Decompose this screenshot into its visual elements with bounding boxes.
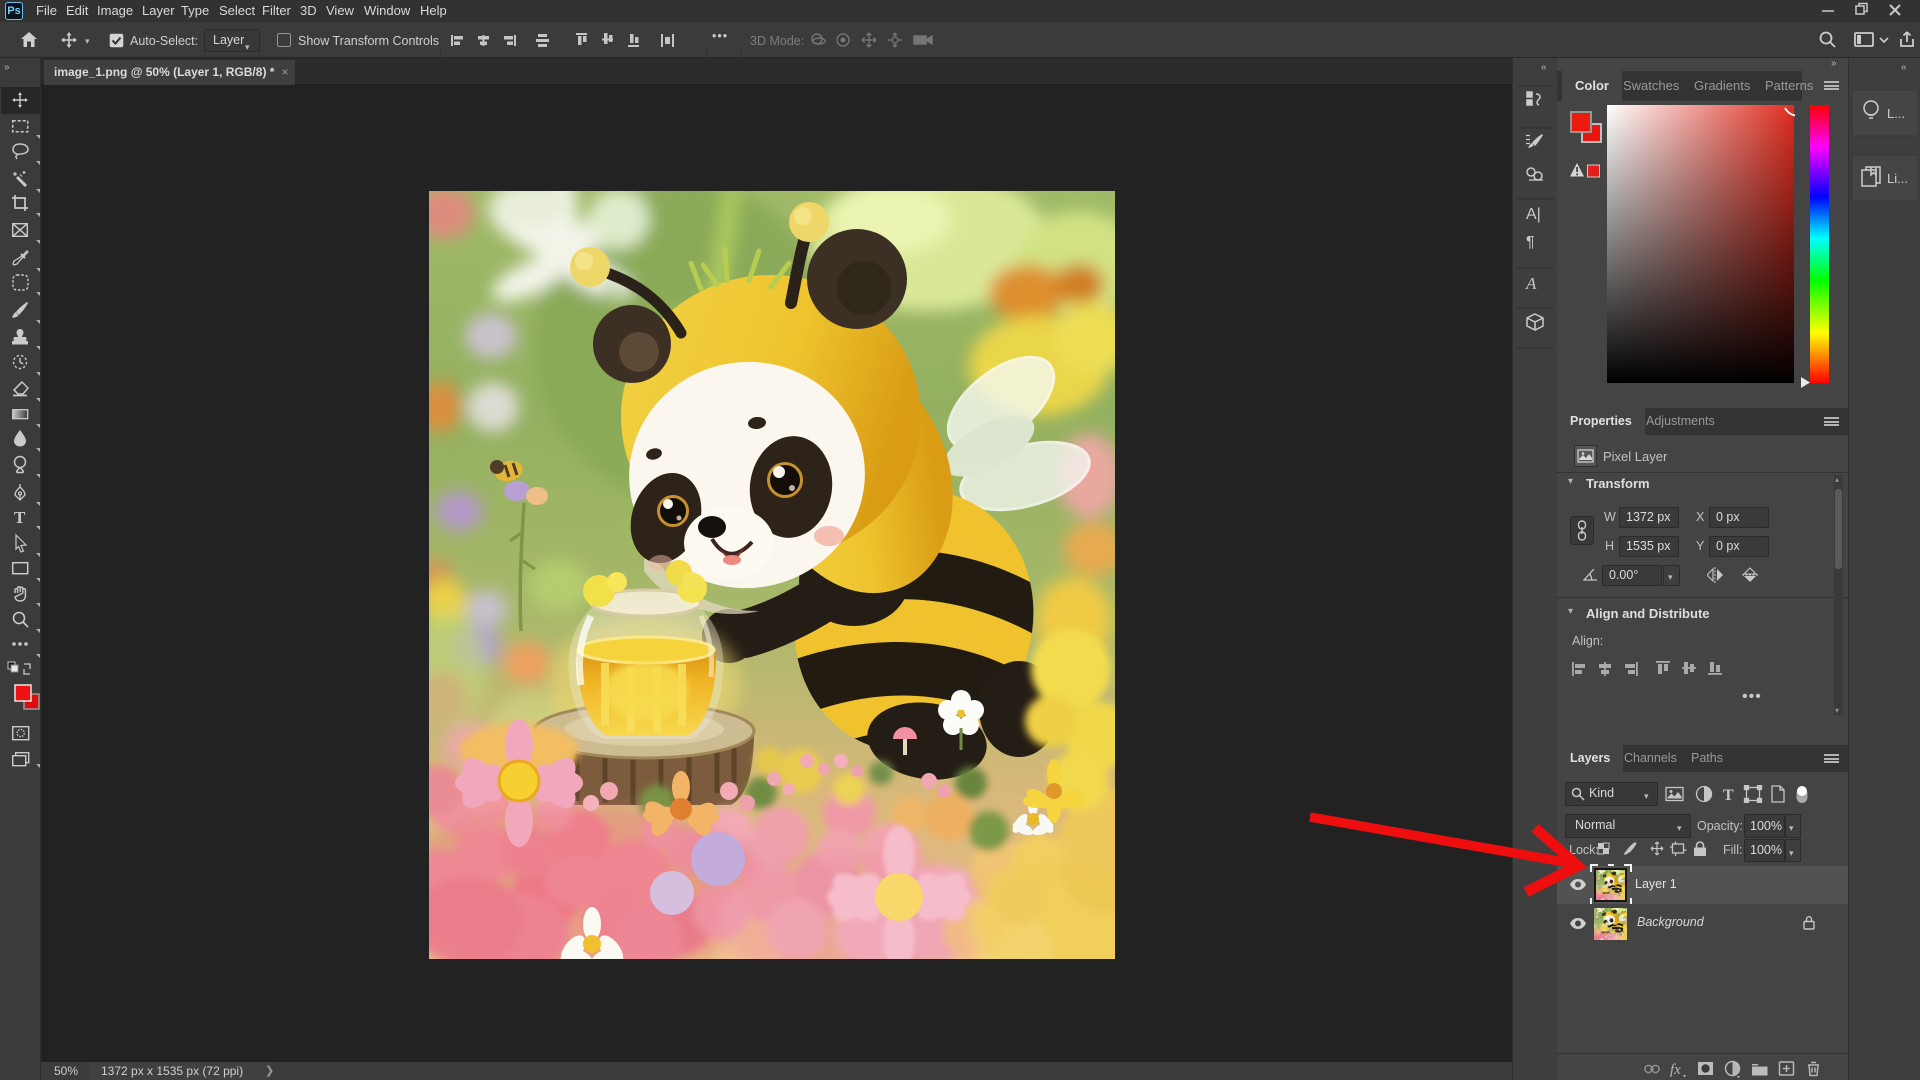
svg-text:fx: fx [1670, 1062, 1681, 1078]
svg-text:A: A [1525, 274, 1537, 293]
svg-text:L...: L... [1887, 106, 1905, 121]
svg-text:A|: A| [1526, 206, 1541, 223]
svg-text:Li...: Li... [1887, 171, 1908, 186]
svg-text:T: T [1723, 787, 1734, 803]
svg-text:¶: ¶ [1526, 234, 1535, 251]
svg-text:«: « [1901, 62, 1907, 73]
svg-text:T: T [14, 508, 26, 527]
svg-text:»: » [4, 62, 10, 73]
svg-text:«: « [1541, 62, 1547, 73]
